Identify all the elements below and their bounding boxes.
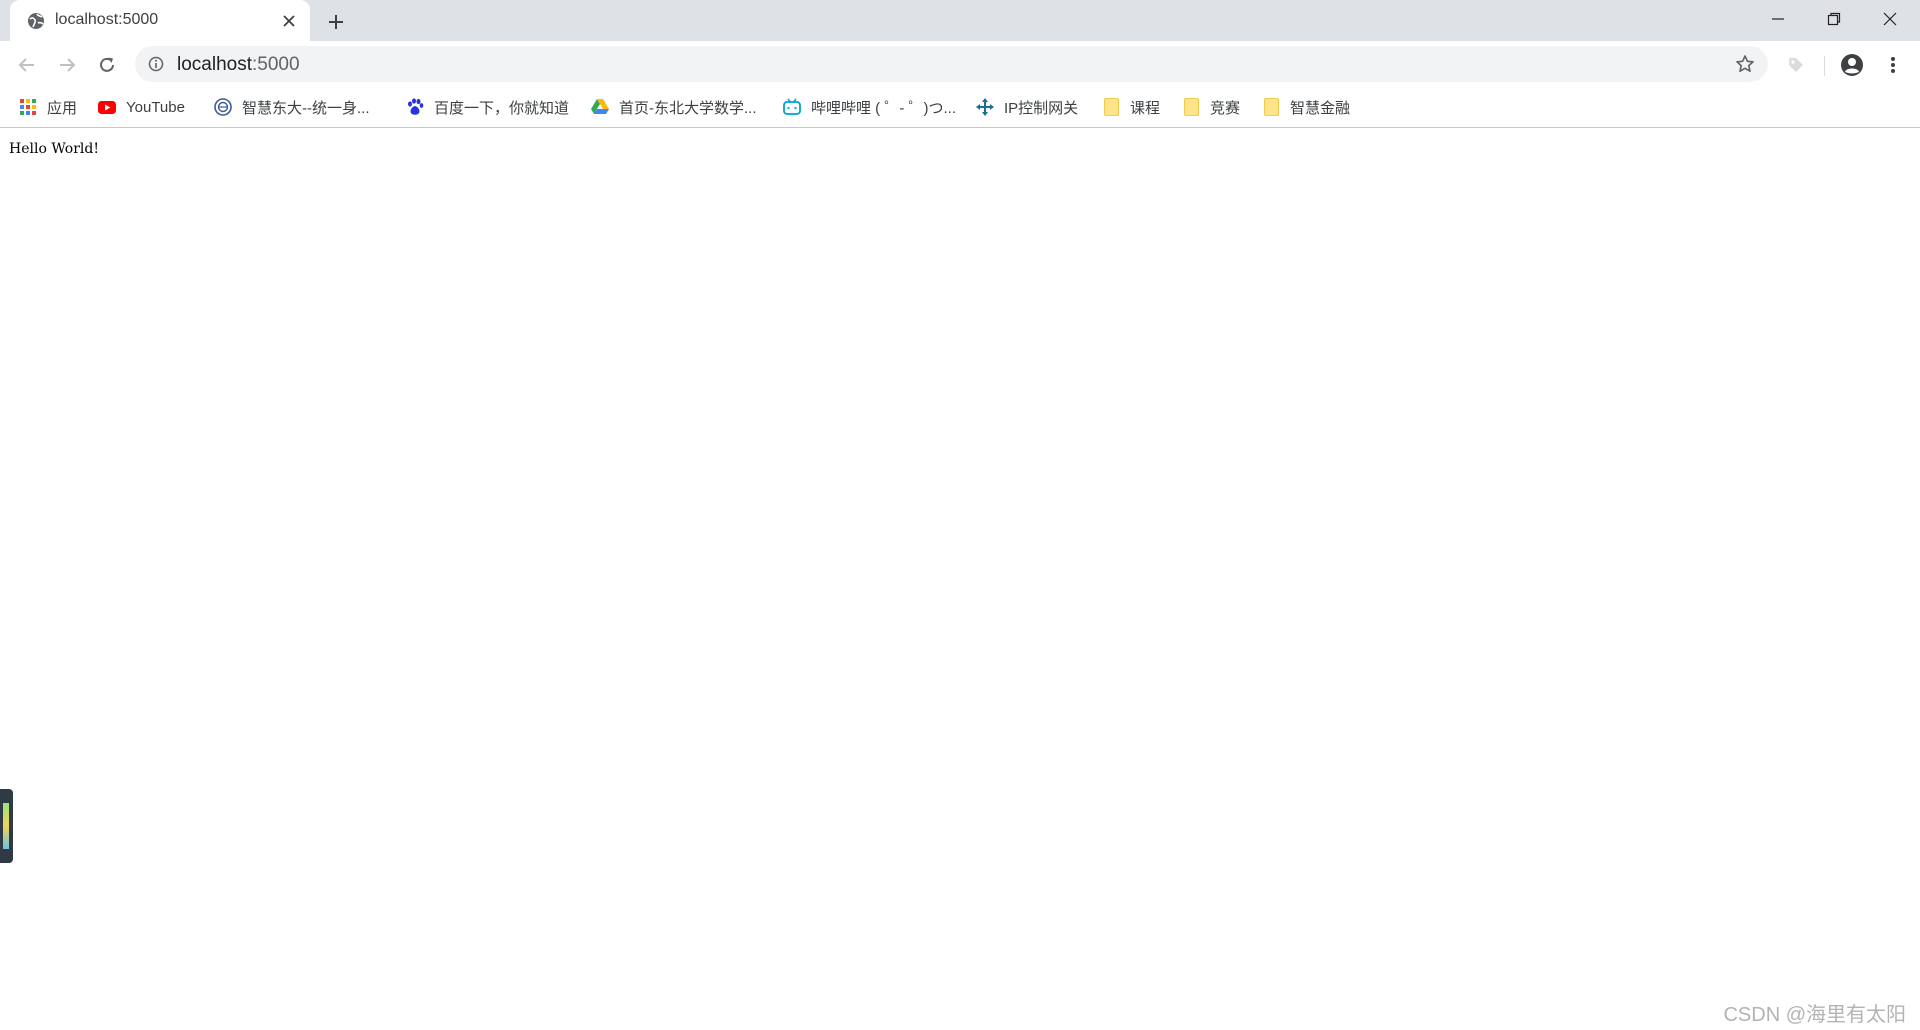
folder-icon xyxy=(1262,98,1280,116)
bookmark-label: 百度一下，你就知道 xyxy=(434,99,570,117)
bookmark-label: 智慧金融 xyxy=(1290,99,1351,117)
bookmark-label: 课程 xyxy=(1130,99,1161,117)
arrow-left-icon xyxy=(18,58,34,72)
folder-icon xyxy=(1102,98,1120,116)
url-port: :5000 xyxy=(252,54,300,75)
restore-button[interactable] xyxy=(1806,0,1862,38)
window-close-button[interactable] xyxy=(1862,0,1918,38)
plus-icon xyxy=(329,15,343,29)
folder-icon xyxy=(1182,98,1200,116)
bookmark-folder-competitions[interactable]: 竞赛 xyxy=(1182,94,1240,120)
extension-button[interactable] xyxy=(1782,51,1810,79)
info-icon[interactable] xyxy=(148,56,164,72)
bookmark-zhihui-dongda[interactable]: 智慧东大--统一身... xyxy=(214,94,370,120)
google-drive-icon xyxy=(591,98,609,116)
baidu-paw-icon xyxy=(406,98,424,116)
bookmark-label: 哔哩哔哩 ( ゜- ゜)つ... xyxy=(811,99,956,117)
bookmark-label: IP控制网关 xyxy=(1004,99,1079,117)
bookmark-apps[interactable]: 应用 xyxy=(19,94,77,120)
minimize-icon xyxy=(1772,18,1784,20)
bookmark-baidu[interactable]: 百度一下，你就知道 xyxy=(406,94,569,120)
browser-tab-active[interactable]: localhost:5000 xyxy=(10,0,310,41)
watermark: CSDN @海里有太阳 xyxy=(1723,1004,1906,1026)
bookmark-neu-math[interactable]: 首页-东北大学数学... xyxy=(591,94,757,120)
tab-strip: localhost:5000 xyxy=(0,0,1920,41)
browser-toolbar: localhost:5000 xyxy=(0,41,1920,87)
bookmark-ip-gateway[interactable]: IP控制网关 xyxy=(976,94,1078,120)
bookmark-label: 首页-东北大学数学... xyxy=(619,99,757,117)
bookmark-folder-smart-finance[interactable]: 智慧金融 xyxy=(1262,94,1350,120)
bookmark-youtube[interactable]: YouTube xyxy=(98,94,185,120)
youtube-icon xyxy=(98,98,116,116)
bookmark-label: 应用 xyxy=(47,99,78,117)
close-icon[interactable] xyxy=(278,10,300,32)
bookmarks-bar: 应用 YouTube 智慧东大--统一身... 百度一下，你就知道 首页-东北大… xyxy=(0,87,1920,128)
star-icon[interactable] xyxy=(1734,53,1756,75)
globe-icon xyxy=(27,12,45,30)
url-text[interactable]: localhost:5000 xyxy=(177,54,300,76)
menu-button[interactable] xyxy=(1879,51,1907,79)
bookmark-bilibili[interactable]: 哔哩哔哩 ( ゜- ゜)つ... xyxy=(783,94,956,120)
page-content: Hello World! CSDN @海里有太阳 xyxy=(0,128,1920,1030)
back-button[interactable] xyxy=(13,51,41,79)
reload-button[interactable] xyxy=(93,51,121,79)
bookmark-label: 竞赛 xyxy=(1210,99,1241,117)
reload-icon xyxy=(100,57,114,72)
bookmark-folder-courses[interactable]: 课程 xyxy=(1102,94,1160,120)
bookmark-label: 智慧东大--统一身... xyxy=(242,99,370,117)
widget-level-bar xyxy=(3,803,9,849)
restore-icon xyxy=(1827,12,1841,26)
tab-title: localhost:5000 xyxy=(55,11,159,28)
url-host: localhost xyxy=(177,54,252,75)
bookmark-label: YouTube xyxy=(126,98,185,116)
forward-button[interactable] xyxy=(53,51,81,79)
window-close-icon xyxy=(1883,12,1897,26)
university-seal-icon xyxy=(214,98,232,116)
new-tab-button[interactable] xyxy=(323,9,349,35)
more-vertical-icon xyxy=(1891,57,1895,73)
gateway-icon xyxy=(976,98,994,116)
arrow-right-icon xyxy=(60,58,76,72)
extension-tag-icon xyxy=(1789,58,1803,72)
apps-grid-icon xyxy=(19,98,37,116)
account-circle-icon xyxy=(1841,54,1863,76)
side-floating-widget[interactable] xyxy=(0,789,13,863)
profile-button[interactable] xyxy=(1838,51,1866,79)
bilibili-tv-icon xyxy=(783,98,801,116)
toolbar-divider xyxy=(1824,56,1825,76)
address-bar[interactable]: localhost:5000 xyxy=(135,46,1768,82)
minimize-button[interactable] xyxy=(1750,0,1806,38)
page-text: Hello World! xyxy=(9,141,99,157)
